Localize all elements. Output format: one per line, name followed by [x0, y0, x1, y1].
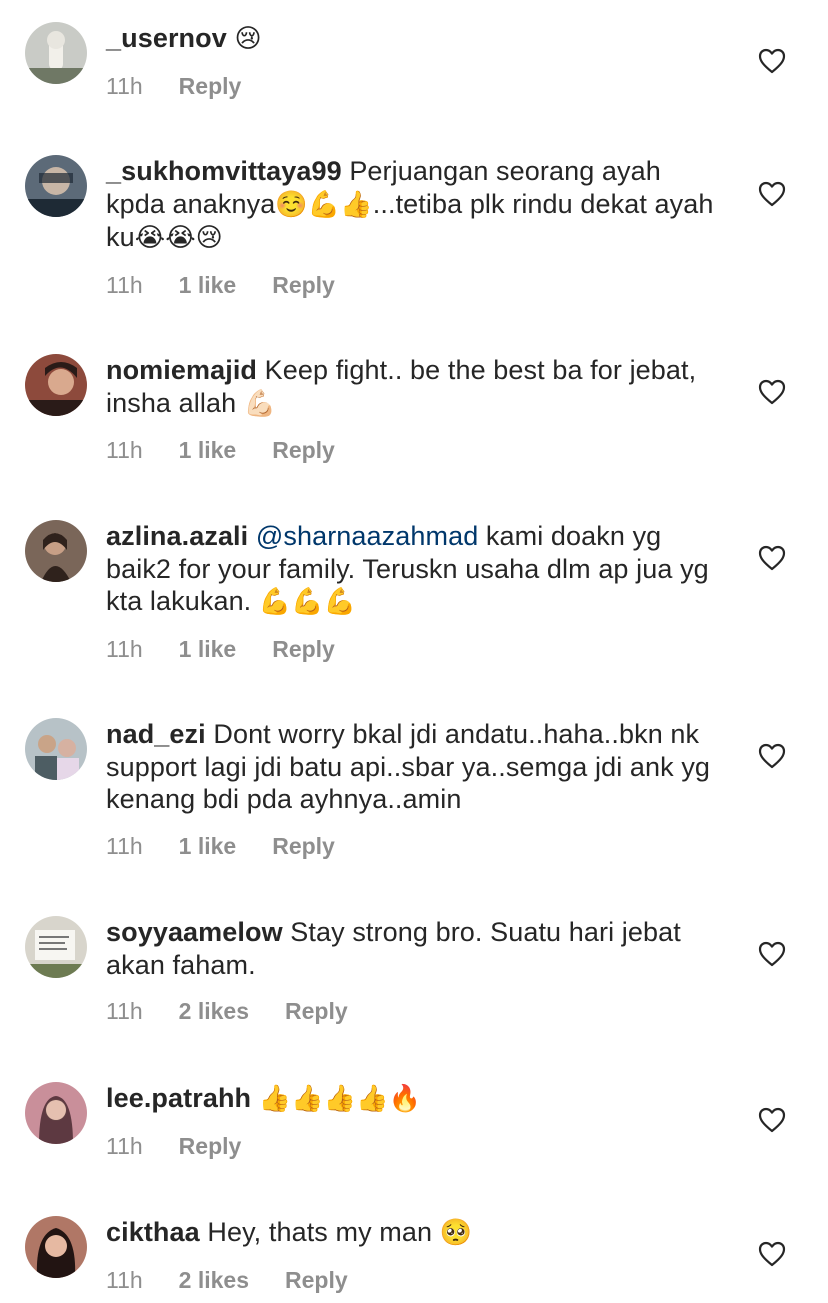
reply-button[interactable]: Reply: [272, 269, 335, 301]
timestamp[interactable]: 11h: [106, 995, 143, 1027]
emoji: 👍👍👍👍🔥: [258, 1084, 422, 1114]
timestamp[interactable]: 11h: [106, 269, 143, 301]
reply-button[interactable]: Reply: [272, 633, 335, 665]
comment-meta: 11h 2 likes Reply: [106, 1264, 716, 1296]
comment-meta: 11h 2 likes Reply: [106, 995, 716, 1027]
comment-text: nomiemajid Keep fight.. be the best ba f…: [106, 355, 697, 419]
reply-button[interactable]: Reply: [179, 70, 242, 102]
comment-text: _sukhomvittaya99 Perjuangan seorang ayah…: [106, 156, 714, 253]
comment-text: azlina.azali @sharnaazahmad kami doakn y…: [106, 521, 709, 617]
username[interactable]: nomiemajid: [106, 355, 257, 385]
heart-icon[interactable]: [758, 379, 786, 405]
heart-icon[interactable]: [758, 1241, 786, 1267]
likes-count[interactable]: 1 like: [179, 269, 237, 301]
username[interactable]: _sukhomvittaya99: [106, 156, 342, 186]
emoji: 🥺: [439, 1218, 473, 1248]
heart-icon[interactable]: [758, 48, 786, 74]
comment-text: cikthaa Hey, thats my man 🥺: [106, 1217, 473, 1248]
heart-icon[interactable]: [758, 941, 786, 967]
heart-icon[interactable]: [758, 743, 786, 769]
comment-meta: 11h 1 like Reply: [106, 269, 716, 301]
timestamp[interactable]: 11h: [106, 70, 143, 102]
avatar[interactable]: [25, 916, 87, 978]
heart-icon[interactable]: [758, 545, 786, 571]
username[interactable]: _usernov: [106, 23, 227, 53]
timestamp[interactable]: 11h: [106, 830, 143, 862]
reply-button[interactable]: Reply: [272, 434, 335, 466]
timestamp[interactable]: 11h: [106, 1264, 143, 1296]
emoji: 💪🏻: [243, 388, 277, 419]
avatar[interactable]: [25, 354, 87, 416]
emoji: 😭😭😢: [134, 223, 223, 253]
heart-icon[interactable]: [758, 181, 786, 207]
likes-count[interactable]: 1 like: [179, 434, 237, 466]
likes-count[interactable]: 2 likes: [179, 1264, 249, 1296]
comment-text: _usernov 😢: [106, 22, 716, 56]
mention-link[interactable]: @sharnaazahmad: [256, 521, 478, 551]
heart-icon[interactable]: [758, 1107, 786, 1133]
likes-count[interactable]: 1 like: [179, 633, 237, 665]
likes-count[interactable]: 1 like: [179, 830, 237, 862]
comment-text: nad_ezi Dont worry bkal jdi andatu..haha…: [106, 719, 711, 814]
username[interactable]: soyyaamelow: [106, 917, 283, 947]
timestamp[interactable]: 11h: [106, 1130, 143, 1162]
timestamp[interactable]: 11h: [106, 633, 143, 665]
avatar[interactable]: [25, 22, 87, 84]
comment-text: lee.patrahh 👍👍👍👍🔥: [106, 1082, 716, 1116]
comment-meta: 11h Reply: [106, 70, 716, 102]
username[interactable]: lee.patrahh: [106, 1083, 251, 1113]
emoji: 😢: [234, 24, 262, 54]
username[interactable]: azlina.azali: [106, 521, 248, 551]
avatar[interactable]: [25, 155, 87, 217]
timestamp[interactable]: 11h: [106, 434, 143, 466]
avatar[interactable]: [25, 718, 87, 780]
avatar[interactable]: [25, 1216, 87, 1278]
comment-meta: 11h 1 like Reply: [106, 830, 716, 862]
comment-meta: 11h 1 like Reply: [106, 633, 716, 665]
reply-button[interactable]: Reply: [272, 830, 335, 862]
emoji: 💪💪💪: [258, 587, 357, 617]
likes-count[interactable]: 2 likes: [179, 995, 249, 1027]
reply-button[interactable]: Reply: [285, 995, 348, 1027]
emoji: ☺️💪👍: [275, 189, 373, 220]
avatar[interactable]: [25, 520, 87, 582]
comment-meta: 11h 1 like Reply: [106, 434, 716, 466]
comment-text: soyyaamelow Stay strong bro. Suatu hari …: [106, 917, 681, 980]
username[interactable]: nad_ezi: [106, 719, 206, 749]
reply-button[interactable]: Reply: [285, 1264, 348, 1296]
avatar[interactable]: [25, 1082, 87, 1144]
username[interactable]: cikthaa: [106, 1217, 200, 1247]
comment-meta: 11h Reply: [106, 1130, 716, 1162]
reply-button[interactable]: Reply: [179, 1130, 242, 1162]
